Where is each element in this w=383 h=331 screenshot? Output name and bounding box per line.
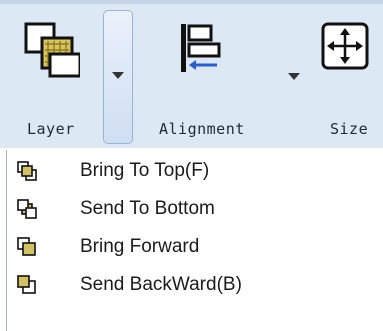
- bring-to-top-icon: [17, 161, 37, 181]
- layer-label: Layer: [27, 120, 75, 138]
- menu-item-label: Bring To Top(F): [80, 160, 210, 181]
- chevron-down-icon[interactable]: [288, 73, 300, 80]
- menu-item-label: Send To Bottom: [80, 198, 215, 219]
- alignment-button[interactable]: Alignment: [135, 0, 315, 148]
- layer-button[interactable]: Layer: [0, 0, 100, 148]
- chevron-down-icon: [112, 72, 124, 79]
- bring-forward-icon: [17, 237, 36, 256]
- menu-item-bring-forward[interactable]: Bring Forward: [7, 229, 377, 265]
- layer-dropdown-button[interactable]: [103, 10, 133, 144]
- menu-item-send-to-bottom[interactable]: Send To Bottom: [7, 191, 377, 227]
- menu-item-label: Bring Forward: [80, 236, 200, 257]
- layer-dropdown-menu: Bring To Top(F) Send To Bottom Bring For…: [6, 150, 383, 331]
- ribbon: Layer Alignment Size: [0, 0, 383, 148]
- send-to-bottom-icon: [17, 199, 37, 219]
- size-label: Size: [330, 120, 369, 138]
- menu-item-bring-to-top[interactable]: Bring To Top(F): [7, 153, 377, 189]
- alignment-label: Alignment: [159, 120, 245, 138]
- send-backward-icon: [17, 275, 36, 294]
- move-arrows-icon: [321, 22, 369, 70]
- align-left-icon: [181, 24, 221, 72]
- menu-item-send-backward[interactable]: Send BackWard(B): [7, 267, 377, 303]
- layer-icon: [24, 22, 80, 78]
- menu-item-label: Send BackWard(B): [80, 274, 242, 295]
- size-button[interactable]: Size: [315, 0, 383, 148]
